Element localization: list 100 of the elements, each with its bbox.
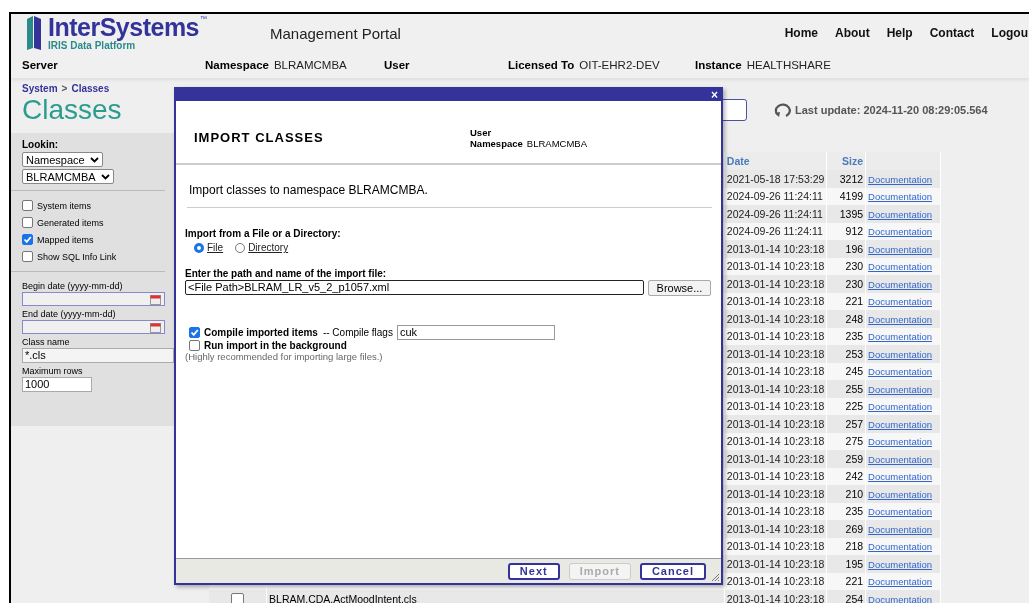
size-cell: 235 xyxy=(845,330,864,343)
size-cell: 248 xyxy=(845,312,864,325)
breadcrumb-separator: > xyxy=(61,83,68,94)
size-cell: 196 xyxy=(845,242,864,255)
checkbox-label: Show SQL Info Link xyxy=(37,251,117,262)
date-cell: 2024-09-26 11:24:11 xyxy=(726,225,823,238)
date-cell: 2013-01-14 10:23:18 xyxy=(726,592,825,603)
intro-text: Import classes to namespace BLRAMCMBA. xyxy=(188,183,428,197)
checkbox[interactable] xyxy=(189,327,200,338)
date-cell: 2013-01-14 10:23:18 xyxy=(726,330,825,343)
column-header[interactable]: Size xyxy=(842,155,864,167)
radio-button[interactable] xyxy=(235,242,246,253)
checkbox-label: Compile imported items xyxy=(204,327,318,338)
checkbox[interactable] xyxy=(22,200,33,211)
path-label: Enter the path and name of the import file: xyxy=(185,268,387,279)
info-value: HEALTHSHARE xyxy=(746,59,831,71)
date-cell: 2013-01-14 10:23:18 xyxy=(726,575,825,588)
lookin-label: Lookin: xyxy=(22,139,59,150)
size-cell: 195 xyxy=(845,557,864,570)
date-cell: 2013-01-14 10:23:18 xyxy=(726,505,825,518)
dropdown[interactable]: BLRAMCMBA xyxy=(22,169,114,184)
field-label: End date (yyyy-mm-dd) xyxy=(22,309,117,319)
radio-label[interactable]: Directory xyxy=(248,242,289,253)
dialog-heading: IMPORT CLASSES xyxy=(194,130,325,147)
size-cell: 257 xyxy=(845,417,864,430)
class-name-field[interactable]: *.cls xyxy=(22,348,174,363)
size-cell: 221 xyxy=(845,575,864,588)
nav-link[interactable]: About xyxy=(835,26,870,40)
size-cell: 912 xyxy=(845,225,864,238)
radio-label[interactable]: File xyxy=(207,242,224,253)
date-cell: 2013-01-14 10:23:18 xyxy=(726,452,825,465)
dialog-button[interactable]: Cancel xyxy=(639,562,706,580)
max-rows-field[interactable]: 1000 xyxy=(22,377,92,392)
dropdown[interactable]: Namespace xyxy=(22,152,103,167)
hint-text: (Highly recommended for importing large files.) xyxy=(185,351,383,362)
column-header[interactable]: Date xyxy=(726,155,750,167)
date-cell: 2013-01-14 10:23:18 xyxy=(726,365,825,378)
size-cell: 275 xyxy=(845,435,864,448)
size-cell: 225 xyxy=(845,400,864,413)
date-cell: 2013-01-14 10:23:18 xyxy=(726,417,825,430)
close-button[interactable]: × xyxy=(711,89,718,101)
size-cell: 242 xyxy=(845,470,864,483)
date-cell: 2021-05-18 17:53:29 xyxy=(726,172,825,185)
row-checkbox[interactable] xyxy=(231,592,244,603)
date-cell: 2024-09-26 11:24:11 xyxy=(726,207,823,220)
dialog-button[interactable]: Next xyxy=(507,562,560,580)
date-cell: 2013-01-14 10:23:18 xyxy=(726,295,825,308)
checkbox-label: Mapped items xyxy=(37,234,94,245)
field-label: Begin date (yyyy-mm-dd) xyxy=(22,281,124,291)
size-cell: 235 xyxy=(845,505,864,518)
class-name-cell: BLRAM.CDA.ActMoodIntent.cls xyxy=(269,592,417,603)
date-cell: 2013-01-14 10:23:18 xyxy=(726,242,825,255)
nav-link[interactable]: Contact xyxy=(929,26,975,40)
date-cell: 2013-01-14 10:23:18 xyxy=(726,382,825,395)
info-label: Licensed To xyxy=(508,59,575,71)
nav-link[interactable]: Logou xyxy=(991,26,1028,40)
field-label: Class name xyxy=(22,337,71,347)
date-cell: 2013-01-14 10:23:18 xyxy=(726,470,825,483)
radio-button[interactable] xyxy=(194,242,204,253)
checkbox[interactable] xyxy=(189,340,200,351)
date-field[interactable] xyxy=(22,292,165,306)
checkbox[interactable] xyxy=(22,217,33,228)
info-label: Instance xyxy=(695,59,742,71)
size-cell: 218 xyxy=(845,540,864,553)
size-cell: 210 xyxy=(845,487,864,500)
size-cell: 4199 xyxy=(839,190,864,203)
portal-title: Management Portal xyxy=(270,24,401,42)
nav-link[interactable]: Help xyxy=(886,26,913,40)
size-cell: 230 xyxy=(845,277,864,290)
calendar-icon[interactable] xyxy=(150,321,161,333)
refresh-icon[interactable] xyxy=(774,102,792,118)
nav-link[interactable]: Home xyxy=(784,26,818,40)
calendar-icon[interactable] xyxy=(150,293,161,305)
product-name: IRIS Data Platform xyxy=(48,41,136,51)
date-cell: 2013-01-14 10:23:18 xyxy=(726,540,825,553)
last-update-text: Last update: 2024-11-20 08:29:05.564 xyxy=(795,104,988,116)
info-label: User xyxy=(384,59,410,71)
compile-flags-field[interactable]: cuk xyxy=(396,325,555,340)
path-field[interactable]: <File Path>BLRAM_LR_v5_2_p1057.xml xyxy=(185,280,644,295)
checkbox[interactable] xyxy=(22,234,33,245)
compile-flags-label: -- Compile flags xyxy=(322,327,393,338)
breadcrumb-link[interactable]: System xyxy=(22,83,58,94)
browse-button[interactable]: Browse... xyxy=(648,280,711,296)
date-cell: 2013-01-14 10:23:18 xyxy=(726,557,825,570)
breadcrumb-link[interactable]: Classes xyxy=(71,83,110,94)
date-cell: 2013-01-14 10:23:18 xyxy=(726,400,825,413)
size-cell: 259 xyxy=(845,452,864,465)
size-cell: 221 xyxy=(845,295,864,308)
size-cell: 253 xyxy=(845,347,864,360)
size-cell: 1395 xyxy=(839,207,864,220)
date-cell: 2013-01-14 10:23:18 xyxy=(726,487,825,500)
checkbox-label: Run import in the background xyxy=(204,340,347,351)
resize-grip-icon[interactable] xyxy=(710,572,720,582)
size-cell: 245 xyxy=(845,365,864,378)
size-cell: 269 xyxy=(845,522,864,535)
source-label: Import from a File or a Directory: xyxy=(185,228,341,239)
date-cell: 2013-01-14 10:23:18 xyxy=(726,312,825,325)
date-field[interactable] xyxy=(22,320,165,334)
size-cell: 3212 xyxy=(839,172,864,185)
checkbox[interactable] xyxy=(22,251,33,262)
